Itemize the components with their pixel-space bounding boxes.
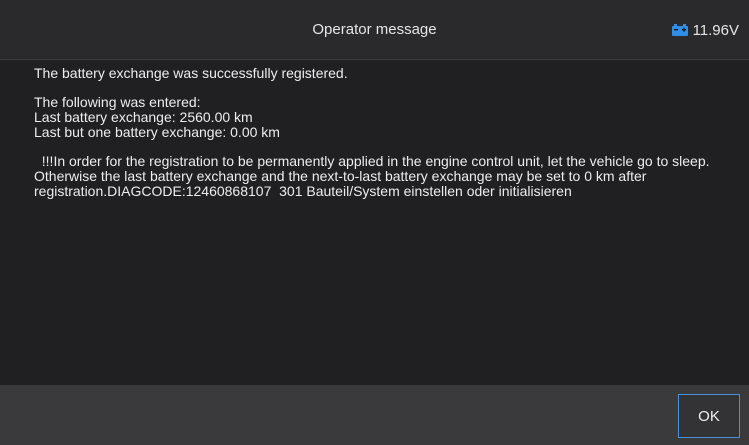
message-line-last-exchange: Last battery exchange: 2560.00 km bbox=[34, 109, 253, 125]
operator-message-screen: Operator message 11.96V The battery exch… bbox=[0, 0, 749, 445]
title-bar: Operator message 11.96V bbox=[0, 0, 749, 60]
car-battery-icon bbox=[671, 23, 689, 37]
footer-bar: OK bbox=[0, 385, 749, 445]
voltage-value: 11.96V bbox=[692, 21, 739, 39]
message-line-warning: !!!In order for the registration to be p… bbox=[34, 153, 714, 199]
battery-voltage-indicator: 11.96V bbox=[671, 0, 739, 60]
message-line-last-but-one-exchange: Last but one battery exchange: 0.00 km bbox=[34, 124, 280, 140]
message-text: The battery exchange was successfully re… bbox=[34, 66, 734, 199]
ok-button[interactable]: OK bbox=[678, 394, 740, 438]
page-title: Operator message bbox=[312, 21, 437, 38]
message-line-success: The battery exchange was successfully re… bbox=[34, 65, 348, 81]
message-line-entered: The following was entered: bbox=[34, 94, 201, 110]
